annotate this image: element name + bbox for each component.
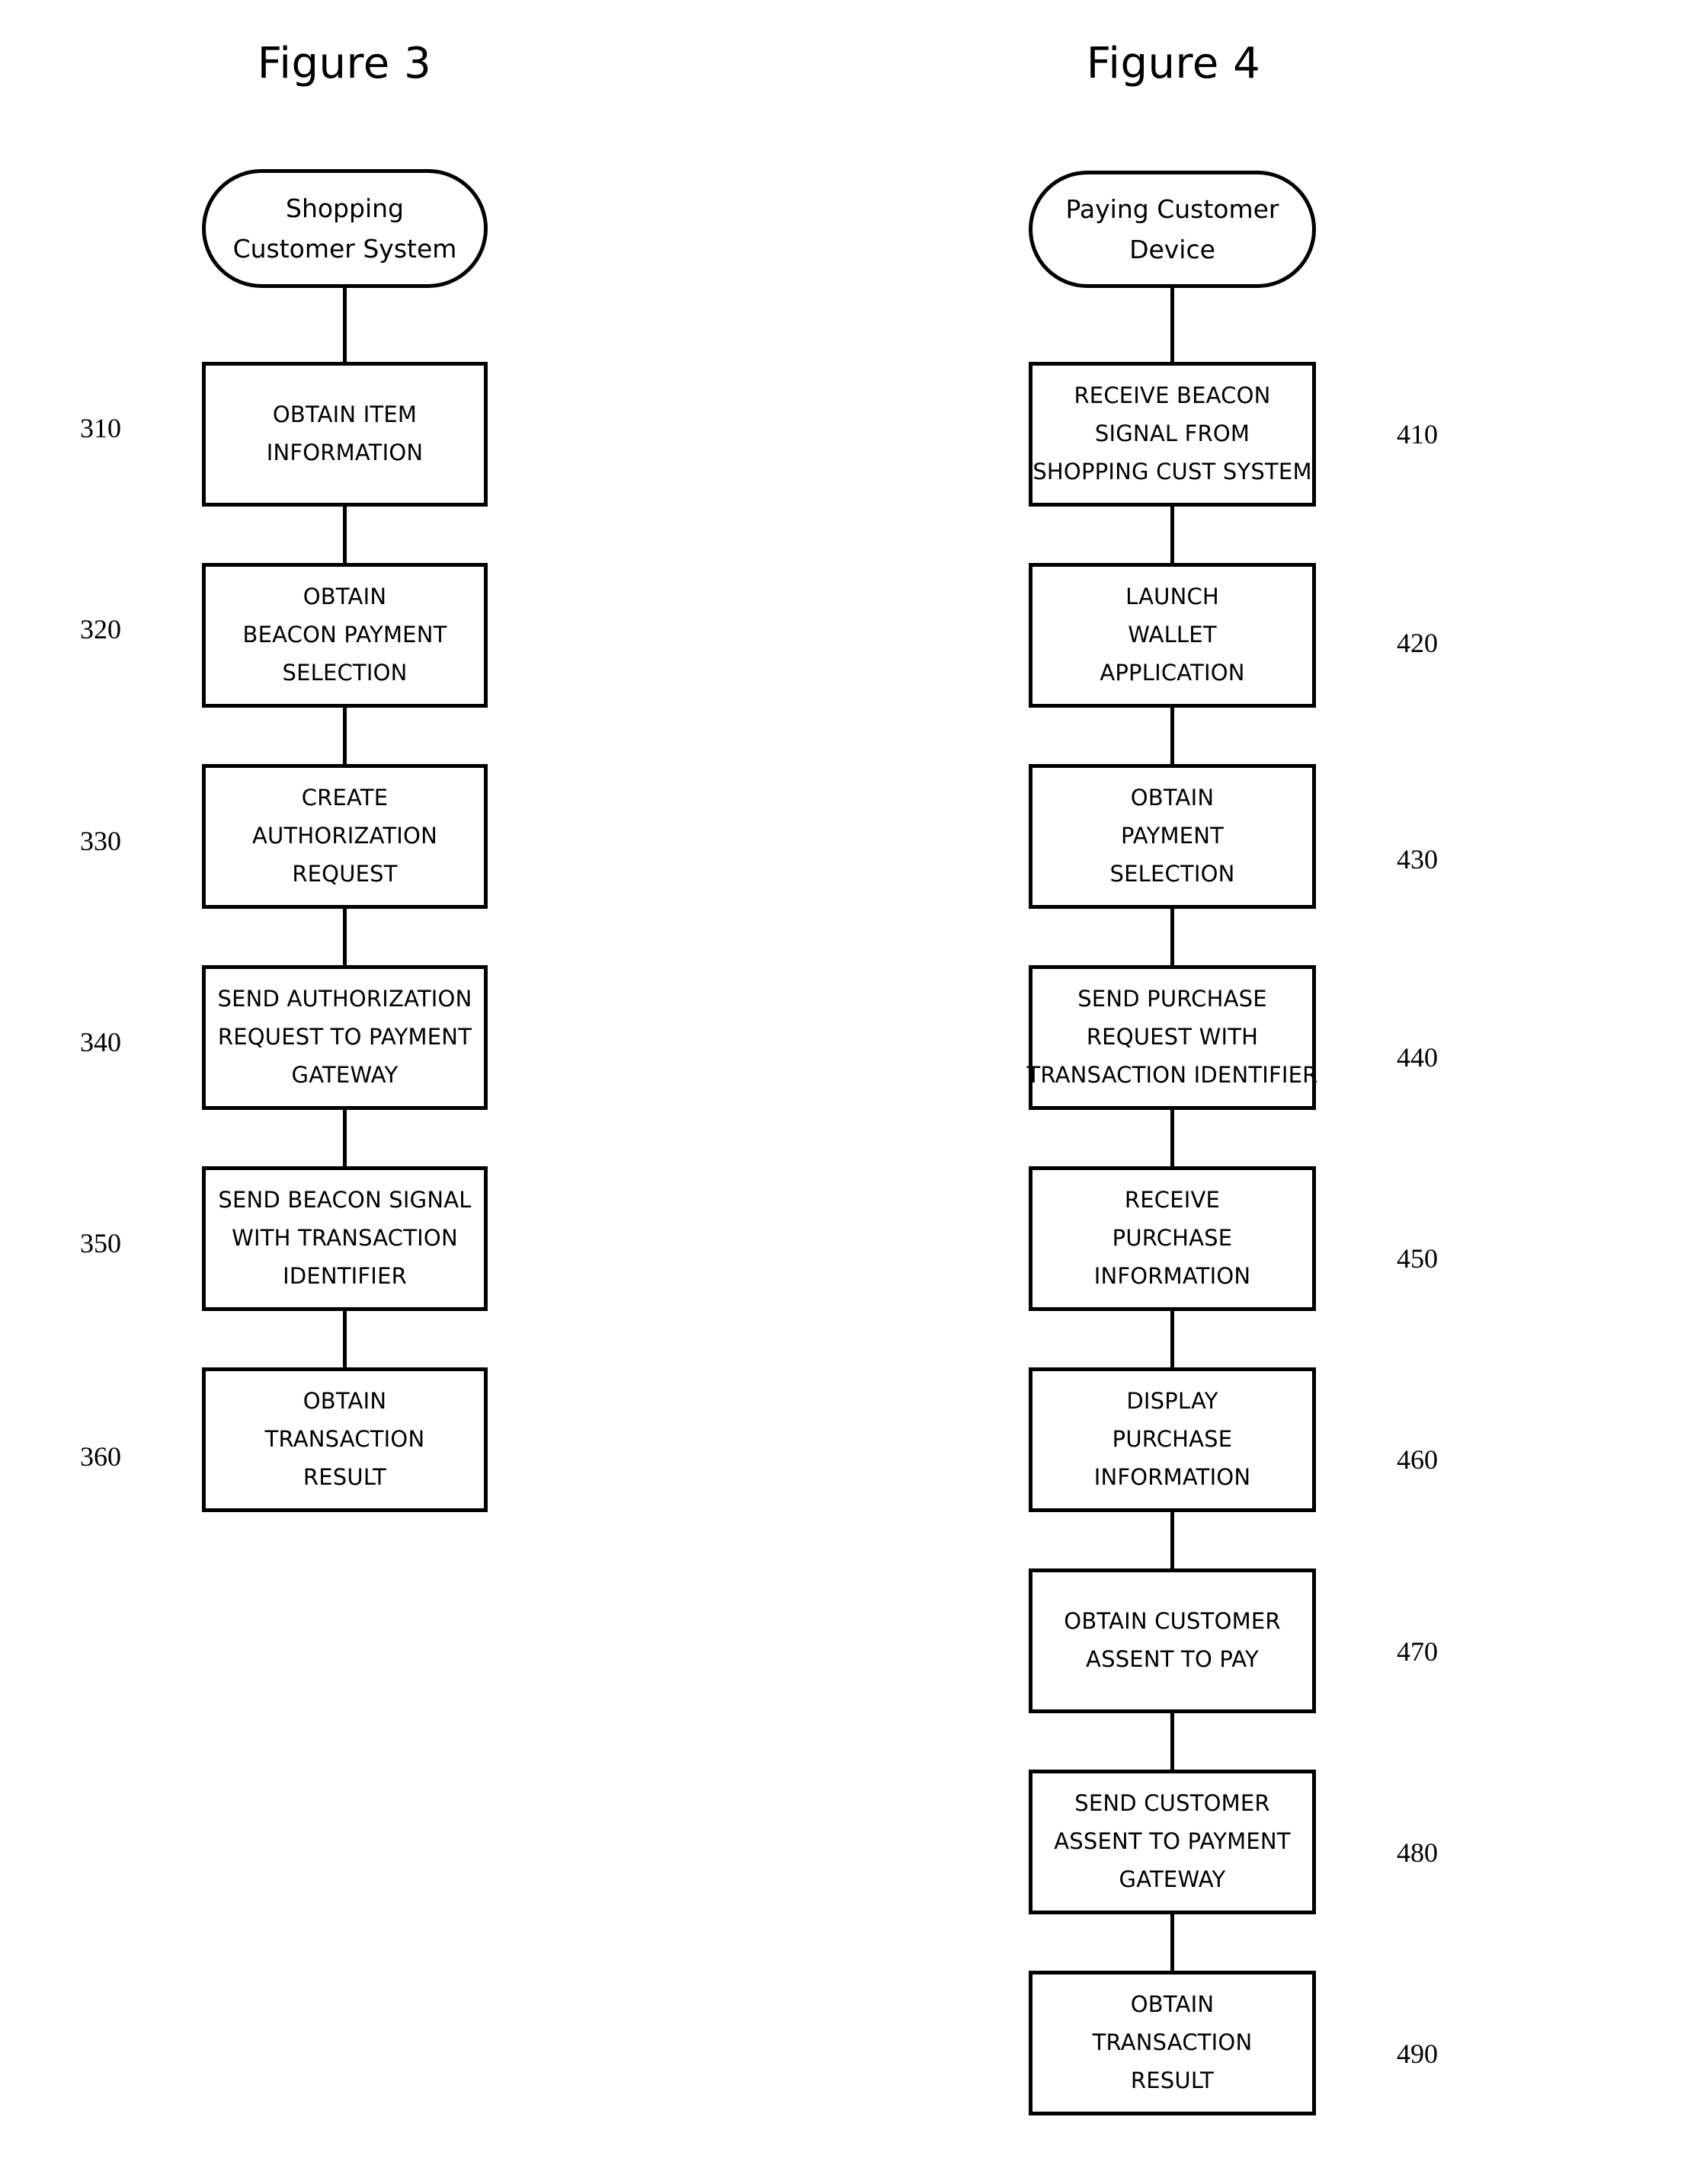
node-text-line: SEND BEACON SIGNAL xyxy=(218,1187,472,1214)
reference-numeral: 360 xyxy=(80,1441,121,1472)
flowchart-process-box: OBTAIN ITEM INFORMATION xyxy=(202,362,488,507)
reference-numeral: 350 xyxy=(80,1228,121,1258)
node-text-line: REQUEST xyxy=(292,860,398,887)
node-text-line: OBTAIN CUSTOMER xyxy=(1064,1608,1281,1635)
flow-connector-line xyxy=(343,708,347,764)
node-text-line: GATEWAY xyxy=(291,1061,399,1088)
node-text-line: SELECTION xyxy=(1109,860,1235,887)
node-text-line: SHOPPING CUST SYSTEM xyxy=(1032,458,1312,484)
patent-figure-sheet: Figure 3 Shopping Customer System OBTAIN I… xyxy=(0,0,1700,2184)
flowchart-process-box: SEND CUSTOMER ASSENT TO PAYMENT GATEWAY xyxy=(1029,1770,1316,1914)
flow-connector-line xyxy=(343,1311,347,1367)
node-text-line: OBTAIN xyxy=(1130,785,1215,811)
node-text-line: ASSENT TO PAY xyxy=(1086,1646,1259,1672)
flowchart-process-box: OBTAIN BEACON PAYMENT SELECTION xyxy=(202,563,488,708)
node-text-line: SEND PURCHASE xyxy=(1077,986,1267,1012)
node-text-line: OBTAIN xyxy=(1130,1991,1215,2018)
reference-numeral: 470 xyxy=(1397,1636,1438,1667)
figure-4-title: Figure 4 xyxy=(1086,39,1261,88)
node-text-line: INFORMATION xyxy=(266,440,424,465)
reference-numeral: 480 xyxy=(1397,1837,1438,1868)
node-text-line: AUTHORIZATION xyxy=(252,823,437,849)
reference-numeral: 310 xyxy=(80,413,121,443)
node-text-line: ASSENT TO PAYMENT xyxy=(1054,1828,1291,1855)
node-text-line: INFORMATION xyxy=(1093,1463,1251,1490)
node-text-line: TRANSACTION xyxy=(264,1426,425,1453)
reference-numeral: 460 xyxy=(1397,1444,1438,1475)
flow-connector-line xyxy=(1170,1713,1174,1770)
reference-numeral: 330 xyxy=(80,826,121,856)
node-text-line: Customer System xyxy=(232,234,457,264)
flow-connector-line xyxy=(343,909,347,965)
flowchart-process-box: RECEIVE PURCHASE INFORMATION xyxy=(1029,1166,1316,1311)
flowchart-terminal-node: Shopping Customer System xyxy=(202,169,488,288)
flow-connector-line xyxy=(343,507,347,563)
node-text-line: WALLET xyxy=(1128,622,1217,648)
node-text-line: TRANSACTION xyxy=(1092,2029,1253,2056)
node-text-line: Device xyxy=(1129,235,1215,264)
flow-connector-line xyxy=(1170,1512,1174,1568)
node-text-line: SIGNAL FROM xyxy=(1094,420,1250,447)
node-text-line: SEND AUTHORIZATION xyxy=(217,986,472,1012)
node-text-line: TRANSACTION IDENTIFIER xyxy=(1026,1061,1318,1088)
node-text-line: LAUNCH xyxy=(1125,584,1219,610)
flow-connector-line xyxy=(343,1110,347,1166)
node-text-line: PAYMENT xyxy=(1120,823,1225,849)
flow-connector-line xyxy=(1170,1311,1174,1367)
node-text-line: REQUEST WITH xyxy=(1086,1024,1259,1050)
node-text-line: OBTAIN xyxy=(303,1388,387,1415)
node-text-line: RECEIVE BEACON xyxy=(1074,382,1271,409)
node-text-line: Paying Customer xyxy=(1065,193,1279,224)
flow-connector-line xyxy=(1170,507,1174,563)
reference-numeral: 420 xyxy=(1397,628,1438,658)
flow-connector-line xyxy=(1170,288,1174,362)
node-text-line: PURCHASE xyxy=(1112,1426,1233,1453)
flow-connector-line xyxy=(1170,1110,1174,1166)
node-text-line: RESULT xyxy=(303,1463,387,1490)
flowchart-process-box: OBTAIN TRANSACTION RESULT xyxy=(1029,1971,1316,2115)
flowchart-process-box: CREATE AUTHORIZATION REQUEST xyxy=(202,764,488,909)
node-text-line: WITH TRANSACTION xyxy=(232,1225,458,1252)
reference-numeral: 450 xyxy=(1397,1243,1438,1274)
flowchart-process-box: SEND BEACON SIGNAL WITH TRANSACTION IDENTI… xyxy=(202,1166,488,1311)
node-text-line: CREATE xyxy=(301,785,389,811)
reference-numeral: 410 xyxy=(1397,419,1438,449)
flowchart-process-box: RECEIVE BEACON SIGNAL FROM SHOPPING CUST S… xyxy=(1029,362,1316,507)
flow-connector-line xyxy=(1170,909,1174,965)
flowchart-process-box: LAUNCH WALLET APPLICATION xyxy=(1029,563,1316,708)
flowchart-process-box: OBTAIN CUSTOMER ASSENT TO PAY xyxy=(1029,1568,1316,1713)
node-text-line: IDENTIFIER xyxy=(283,1262,407,1289)
node-text-line: OBTAIN xyxy=(303,584,387,610)
node-text-line: PURCHASE xyxy=(1112,1225,1233,1252)
node-text-line: REQUEST TO PAYMENT xyxy=(217,1024,472,1050)
flow-connector-line xyxy=(1170,708,1174,764)
node-text-line: DISPLAY xyxy=(1126,1388,1218,1415)
flowchart-terminal-node: Paying Customer Device xyxy=(1029,171,1316,288)
node-text-line: SEND CUSTOMER xyxy=(1074,1790,1270,1817)
node-text-line: INFORMATION xyxy=(1093,1262,1251,1289)
node-text-line: RECEIVE xyxy=(1124,1187,1221,1214)
node-text-line: OBTAIN ITEM xyxy=(272,401,418,428)
flow-connector-line xyxy=(1170,1914,1174,1971)
node-text-line: SELECTION xyxy=(282,659,408,686)
flowchart-process-box: OBTAIN TRANSACTION RESULT xyxy=(202,1367,488,1512)
node-text-line: BEACON PAYMENT xyxy=(242,622,447,648)
node-text-line: APPLICATION xyxy=(1100,659,1245,686)
reference-numeral: 320 xyxy=(80,614,121,644)
reference-numeral: 490 xyxy=(1397,2039,1438,2069)
node-text-line: RESULT xyxy=(1130,2067,1215,2093)
node-text-line: GATEWAY xyxy=(1119,1866,1226,1892)
figure-3-title: Figure 3 xyxy=(257,39,432,88)
flowchart-process-box: SEND PURCHASE REQUEST WITH TRANSACTION IDE… xyxy=(1026,965,1318,1110)
reference-numeral: 430 xyxy=(1397,844,1438,875)
flowchart-process-box: SEND AUTHORIZATION REQUEST TO PAYMENT GATE… xyxy=(202,965,488,1110)
reference-numeral: 440 xyxy=(1397,1042,1438,1073)
flow-connector-line xyxy=(343,288,347,362)
flowchart-process-box: DISPLAY PURCHASE INFORMATION xyxy=(1029,1367,1316,1512)
node-text-line: Shopping xyxy=(286,193,404,223)
reference-numeral: 340 xyxy=(80,1027,121,1057)
flowchart-process-box: OBTAIN PAYMENT SELECTION xyxy=(1029,764,1316,909)
